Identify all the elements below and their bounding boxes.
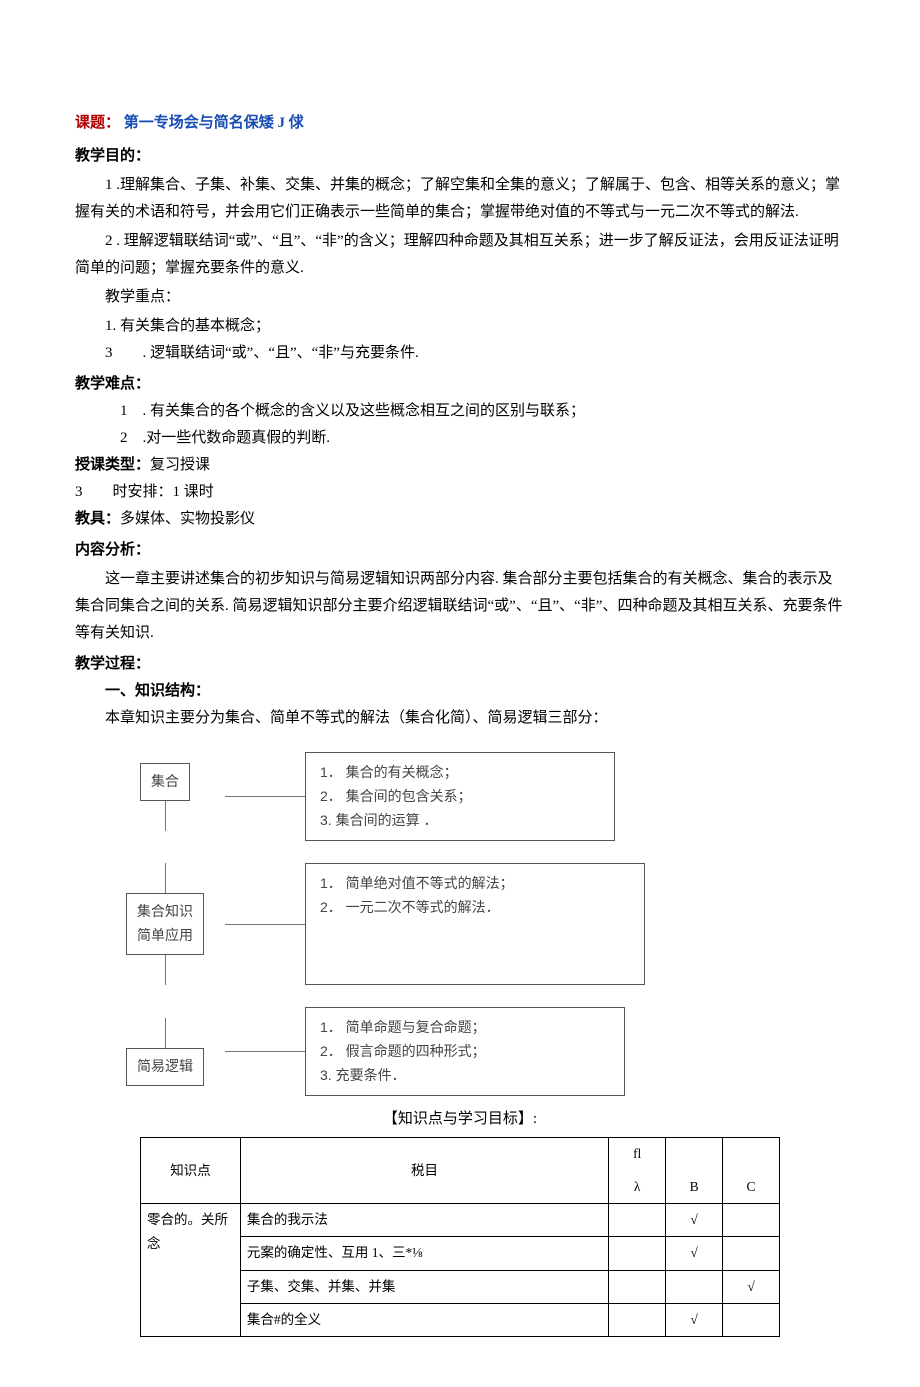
table-caption: 【知识点与学习目标】: [75, 1106, 845, 1133]
focus-head: 教学重点： [75, 284, 845, 311]
lesson-type: 授课类型：复习授课 [75, 452, 845, 479]
diagram-connector-line [165, 1018, 166, 1048]
purpose-p1: 1 .理解集合、子集、补集、交集、并集的概念；了解空集和全集的意义；了解属于、包… [75, 172, 845, 226]
td-item: 子集、交集、并集、并集 [240, 1270, 608, 1303]
th-a: λ [609, 1171, 666, 1204]
diagram-connector-line [165, 801, 166, 831]
diagram-row-3: 简易逻辑 1． 简单命题与复合命题； 2． 假言命题的四种形式； 3. 充要条件… [105, 1007, 845, 1096]
diagram-box-set: 集合 [140, 763, 190, 801]
diagram-connector-line [225, 1051, 305, 1052]
structure-head: 一、知识结构： [105, 678, 845, 705]
difficulty-item-1: 1 . 有关集合的各个概念的含义以及这些概念相互之间的区别与联系； [120, 398, 845, 425]
table-row: 零合的。关所念 集合的我示法 √ [141, 1203, 780, 1236]
diagram-connector-line [225, 796, 305, 797]
lesson-tools-value: 多媒体、实物投影仪 [120, 511, 255, 527]
td-item: 元案的确定性、互用 1、三*⅛ [240, 1237, 608, 1270]
purpose-p2: 2 . 理解逻辑联结词“或”、“且”、“非”的含义；理解四种命题及其相互关系；进… [75, 228, 845, 282]
lesson-type-label: 授课类型： [75, 457, 150, 473]
diagram-box-logic-detail: 1． 简单命题与复合命题； 2． 假言命题的四种形式； 3. 充要条件． [305, 1007, 625, 1096]
diagram-row-2: 集合知识 简单应用 1． 简单绝对值不等式的解法； 2． 一元二次不等式的解法． [105, 863, 845, 985]
focus-item-1: 1. 有关集合的基本概念； [105, 313, 845, 340]
title-text: 第一专场会与简名保矮 J 俅 [124, 115, 304, 131]
table-header-row: 知识点 税目 fl [141, 1138, 780, 1171]
td-c [723, 1237, 780, 1270]
focus-item-2: 3 . 逻辑联结词“或”、“且”、“非”与充要条件. [105, 340, 845, 367]
diagram-connector-line [165, 863, 166, 893]
title-label: 课题： [75, 115, 120, 131]
knowledge-table: 知识点 税目 fl λ B C 零合的。关所念 集合的我示法 √ 元案的确定性、… [140, 1137, 780, 1337]
th-empty [723, 1138, 780, 1171]
section-purpose: 教学目的： [75, 143, 845, 170]
lesson-time: 3 时安排：1 课时 [75, 479, 845, 506]
th-empty [666, 1138, 723, 1171]
lesson-tools-label: 教具： [75, 511, 120, 527]
td-item: 集合#的全义 [240, 1303, 608, 1336]
diagram-box-application-detail: 1． 简单绝对值不等式的解法； 2． 一元二次不等式的解法． [305, 863, 645, 985]
knowledge-structure-diagram: 集合 1． 集合的有关概念； 2． 集合间的包含关系； 3. 集合间的运算 ． … [105, 752, 845, 1096]
td-a [609, 1303, 666, 1336]
lesson-title: 课题： 第一专场会与简名保矮 J 俅 [75, 110, 845, 137]
th-b: B [666, 1171, 723, 1204]
td-c: √ [723, 1270, 780, 1303]
th-item: 税目 [240, 1138, 608, 1204]
diagram-box-application: 集合知识 简单应用 [126, 893, 204, 955]
lesson-time-value: 1 课时 [173, 484, 214, 500]
td-a [609, 1270, 666, 1303]
diagram-box-logic: 简易逻辑 [126, 1048, 204, 1086]
td-b: √ [666, 1237, 723, 1270]
td-a [609, 1237, 666, 1270]
td-b [666, 1270, 723, 1303]
difficulty-item-2: 2 .对一些代数命题真假的判断. [120, 425, 845, 452]
td-item: 集合的我示法 [240, 1203, 608, 1236]
lesson-time-label: 3 时安排： [75, 484, 173, 500]
td-b: √ [666, 1303, 723, 1336]
section-process: 教学过程： [75, 651, 845, 678]
td-c [723, 1303, 780, 1336]
td-group: 零合的。关所念 [141, 1203, 241, 1336]
diagram-connector-line [165, 955, 166, 985]
lesson-tools: 教具：多媒体、实物投影仪 [75, 506, 845, 533]
lesson-type-value: 复习授课 [150, 457, 210, 473]
diagram-row-1: 集合 1． 集合的有关概念； 2． 集合间的包含关系； 3. 集合间的运算 ． [105, 752, 845, 841]
td-c [723, 1203, 780, 1236]
section-content: 内容分析： [75, 537, 845, 564]
th-knowledge: 知识点 [141, 1138, 241, 1204]
diagram-box-set-detail: 1． 集合的有关概念； 2． 集合间的包含关系； 3. 集合间的运算 ． [305, 752, 615, 841]
td-a [609, 1203, 666, 1236]
diagram-connector-line [225, 924, 305, 925]
section-difficulty: 教学难点： [75, 371, 845, 398]
structure-paragraph: 本章知识主要分为集合、简单不等式的解法（集合化简）、简易逻辑三部分： [105, 705, 845, 732]
content-paragraph: 这一章主要讲述集合的初步知识与简易逻辑知识两部分内容. 集合部分主要包括集合的有… [75, 566, 845, 647]
th-fl: fl [609, 1138, 666, 1171]
td-b: √ [666, 1203, 723, 1236]
th-c: C [723, 1171, 780, 1204]
